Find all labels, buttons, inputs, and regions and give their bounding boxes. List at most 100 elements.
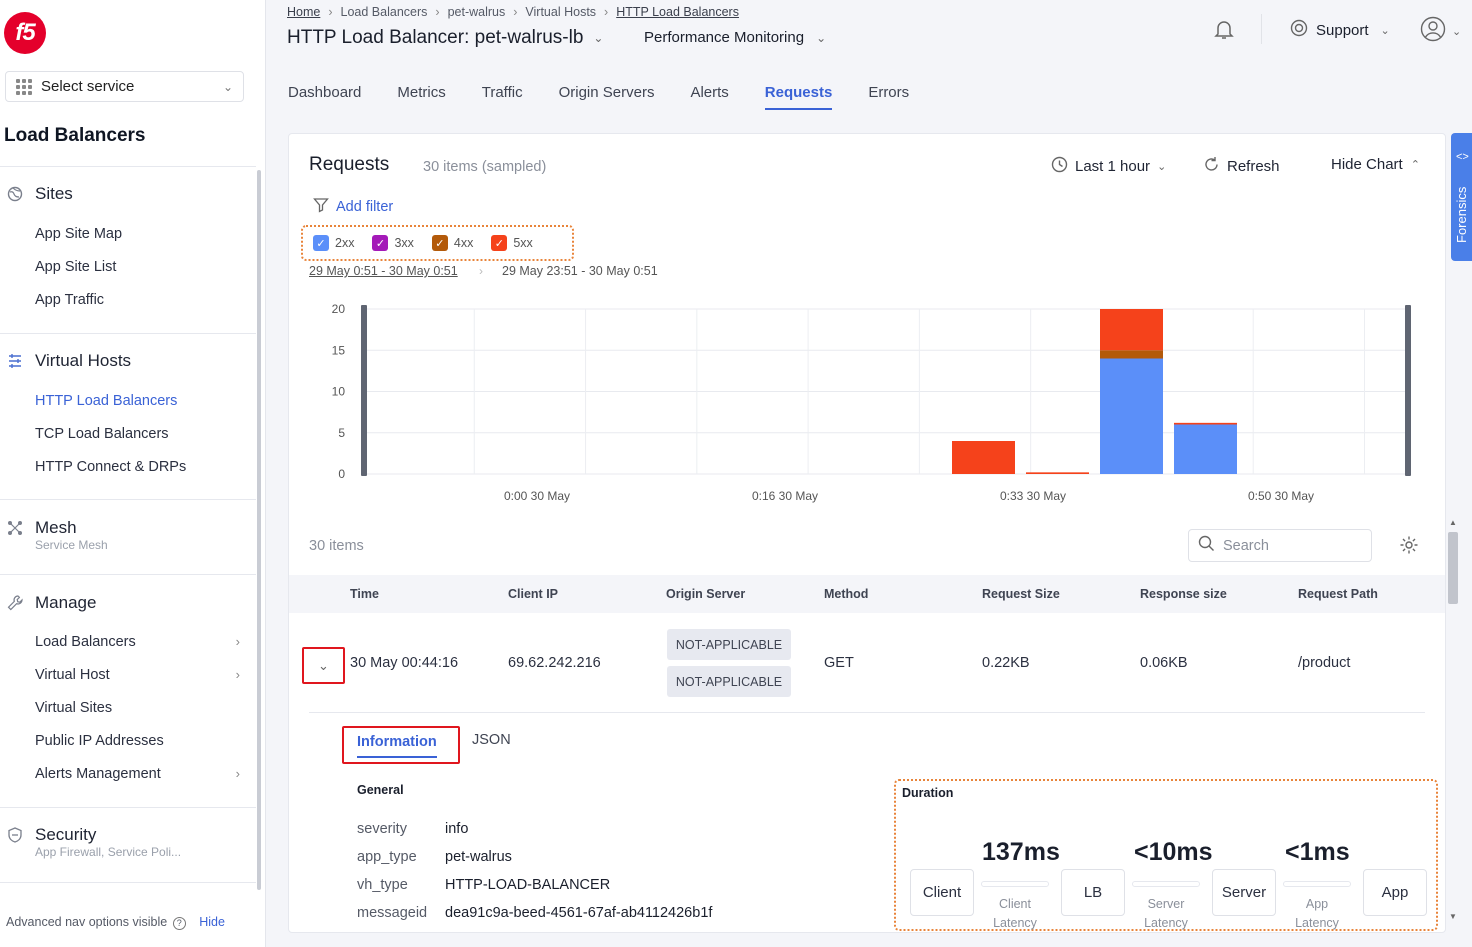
support-label: Support — [1316, 21, 1369, 39]
nav-item-public-ip-addresses[interactable]: Public IP Addresses — [35, 733, 240, 749]
time-range-selector[interactable]: Last 1 hour ⌄ — [1051, 156, 1166, 177]
nav-group-security[interactable]: Security App Firewall, Service Poli... — [0, 822, 256, 859]
page-title-dropdown[interactable]: HTTP Load Balancer: pet-walrus-lb ⌄ — [287, 27, 603, 49]
clock-icon — [1051, 156, 1068, 177]
nav-divider — [0, 333, 256, 334]
range-selected-link[interactable]: 29 May 0:51 - 30 May 0:51 — [309, 264, 458, 278]
select-service-label: Select service — [41, 78, 135, 95]
search-input[interactable]: Search — [1188, 529, 1372, 562]
range-handle-left — [361, 305, 367, 476]
breadcrumb: Home › Load Balancers › pet-walrus › Vir… — [287, 5, 739, 19]
help-icon[interactable]: ? — [172, 917, 186, 930]
node-client: Client — [910, 869, 974, 916]
legend-4xx[interactable]: ✓ 4xx — [431, 235, 474, 251]
cell-method: GET — [824, 655, 854, 671]
chevron-down-icon: ⌄ — [1452, 26, 1462, 38]
column-header[interactable]: Method — [824, 587, 868, 601]
forensics-panel-toggle[interactable]: <> Forensics — [1451, 133, 1472, 261]
chevron-down-icon: ⌄ — [222, 79, 233, 94]
requests-title: Requests — [309, 154, 390, 175]
refresh-button[interactable]: Refresh — [1203, 156, 1280, 177]
latency-label-line: Client — [999, 897, 1031, 911]
tab-information-label: Information — [357, 734, 437, 758]
nav-item-app-site-list[interactable]: App Site List — [35, 259, 240, 275]
latency-value: <10ms — [1134, 838, 1213, 866]
tab-traffic[interactable]: Traffic — [482, 84, 523, 110]
tab-alerts[interactable]: Alerts — [690, 84, 728, 110]
scroll-down-icon[interactable]: ▼ — [1449, 912, 1457, 921]
legend-5xx[interactable]: ✓ 5xx — [491, 235, 533, 251]
x-tick-label: 0:16 30 May — [752, 489, 818, 503]
nav-item-virtual-host[interactable]: Virtual Host › — [35, 667, 240, 683]
tab-requests[interactable]: Requests — [764, 84, 833, 110]
time-range-label: Last 1 hour — [1075, 158, 1151, 175]
tab-json[interactable]: JSON — [472, 732, 511, 748]
f5-logo[interactable]: f5 — [4, 12, 46, 54]
nav-item-virtual-sites[interactable]: Virtual Sites — [35, 700, 240, 716]
select-service-dropdown[interactable]: Select service ⌄ — [5, 71, 244, 102]
chevron-down-icon: ⌄ — [318, 657, 329, 673]
column-header[interactable]: Time — [350, 587, 379, 601]
add-filter-button[interactable]: Add filter — [313, 197, 393, 217]
grid-icon — [16, 78, 32, 95]
column-header[interactable]: Request Path — [1298, 587, 1378, 601]
requests-chart[interactable]: 0 5 10 15 20 0:00 30 May 0:16 30 May 0:33 30 Ma… — [289, 294, 1446, 514]
nav-group-label: Manage — [35, 593, 97, 612]
nav-item-http-load-balancers[interactable]: HTTP Load Balancers — [35, 393, 240, 409]
tab-errors[interactable]: Errors — [868, 84, 909, 110]
nav-group-mesh[interactable]: Mesh Service Mesh — [0, 515, 256, 552]
scrollbar-thumb[interactable] — [1448, 532, 1458, 604]
nav-group-virtual-hosts[interactable]: Virtual Hosts — [0, 348, 256, 374]
nav-group-label: Virtual Hosts — [35, 351, 132, 370]
hide-advanced-link[interactable]: Hide — [199, 915, 225, 929]
bar-4xx — [1100, 350, 1163, 359]
nav-item-tcp-load-balancers[interactable]: TCP Load Balancers — [35, 426, 240, 442]
nav-item-load-balancers[interactable]: Load Balancers › — [35, 634, 240, 650]
field-value: pet-walrus — [445, 849, 512, 865]
breadcrumb-http-load-balancers[interactable]: HTTP Load Balancers — [616, 5, 739, 19]
checkbox-checked-icon: ✓ — [372, 235, 389, 251]
field-row: vh_type HTTP-LOAD-BALANCER — [357, 877, 610, 893]
cell-client-ip: 69.62.242.216 — [508, 655, 601, 671]
nav-group-sub: App Firewall, Service Poli... — [35, 845, 182, 859]
checkbox-checked-icon: ✓ — [431, 235, 448, 251]
table-count: 30 items — [309, 538, 364, 554]
duration-title: Duration — [902, 786, 954, 800]
bell-icon[interactable] — [1212, 17, 1236, 41]
user-menu[interactable]: ⌄ — [1420, 16, 1461, 47]
gear-icon[interactable] — [1399, 535, 1419, 560]
legend-2xx[interactable]: ✓ 2xx — [313, 235, 354, 251]
latency-label-line: Latency — [1295, 916, 1339, 930]
tab-dashboard[interactable]: Dashboard — [288, 84, 361, 110]
view-selector[interactable]: Performance Monitoring ⌄ — [644, 29, 826, 46]
field-value: dea91c9a-beed-4561-67af-ab4112426b1f — [445, 905, 713, 921]
latency-bar — [1132, 881, 1200, 887]
hide-chart-button[interactable]: Hide Chart ⌃ — [1331, 156, 1420, 173]
nav-item-app-site-map[interactable]: App Site Map — [35, 226, 240, 242]
x-tick-label: 0:00 30 May — [504, 489, 570, 503]
nav-item-label: Alerts Management — [35, 766, 161, 782]
tab-information[interactable]: Information — [342, 726, 460, 764]
legend-label: 4xx — [453, 236, 474, 250]
nav-item-alerts-management[interactable]: Alerts Management › — [35, 766, 240, 782]
row-expand-button[interactable]: ⌄ — [302, 647, 345, 684]
breadcrumb-home[interactable]: Home — [287, 5, 320, 19]
column-header[interactable]: Origin Server — [666, 587, 745, 601]
sidebar-scrollbar[interactable] — [257, 170, 261, 890]
nav-group-sites[interactable]: Sites — [0, 181, 256, 207]
column-header[interactable]: Client IP — [508, 587, 558, 601]
duration-panel: Duration Client LB Server App 137ms Clie… — [894, 779, 1438, 931]
origin-server-badge: NOT-APPLICABLE — [667, 666, 791, 697]
scroll-up-icon[interactable]: ▲ — [1449, 518, 1457, 527]
nav-group-manage[interactable]: Manage — [0, 590, 256, 616]
support-menu[interactable]: Support ⌄ — [1290, 19, 1390, 41]
column-header[interactable]: Request Size — [982, 587, 1060, 601]
page-title: HTTP Load Balancer: pet-walrus-lb — [287, 27, 584, 48]
legend-3xx[interactable]: ✓ 3xx — [372, 235, 414, 251]
nav-item-http-connect-drps[interactable]: HTTP Connect & DRPs — [35, 459, 240, 475]
tab-origin-servers[interactable]: Origin Servers — [559, 84, 655, 110]
content-scrollbar[interactable]: ▲ ▼ — [1446, 518, 1460, 928]
nav-item-app-traffic[interactable]: App Traffic — [35, 292, 240, 308]
column-header[interactable]: Response size — [1140, 587, 1227, 601]
tab-metrics[interactable]: Metrics — [397, 84, 445, 110]
